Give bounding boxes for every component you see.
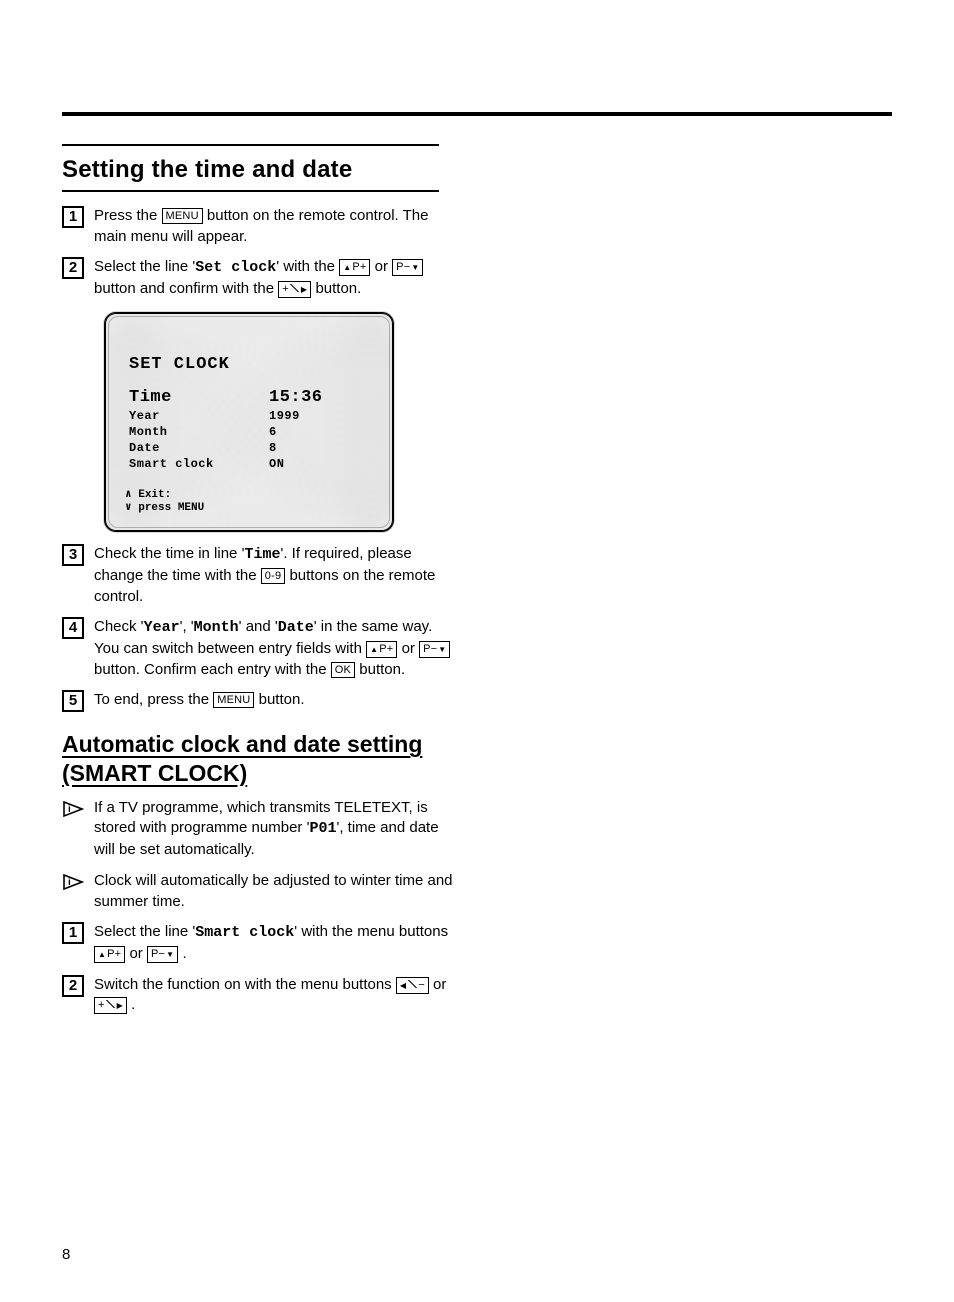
step-5: 5 To end, press the MENU button. xyxy=(62,690,454,712)
screen-footer: ∧ Exit: ∨ press MENU xyxy=(125,489,375,515)
screen-label: Month xyxy=(129,425,269,439)
step-body: Check the time in line 'Time'. If requir… xyxy=(94,544,454,607)
screen-label: Year xyxy=(129,409,269,423)
text: button. xyxy=(359,661,405,678)
step-number: 1 xyxy=(62,206,84,228)
step-number: 2 xyxy=(62,975,84,997)
text: Press the xyxy=(94,207,162,224)
step-2: 2 Select the line 'Set clock' with the P… xyxy=(62,257,454,299)
step-number: 2 xyxy=(62,257,84,279)
text: Clock will automatically be adjusted to … xyxy=(94,872,453,910)
mono-text: Year xyxy=(144,619,180,636)
section-rule xyxy=(62,144,439,146)
text: or xyxy=(129,945,147,962)
p-plus-button-icon: P+ xyxy=(94,946,125,963)
screen-table: Time 15:36 Year 1999 Month 6 Date 8 Smar… xyxy=(129,388,375,471)
screen-value: 8 xyxy=(269,441,359,455)
screen-label: Smart clock xyxy=(129,457,269,471)
text: Check the time in line ' xyxy=(94,545,244,562)
screen-value: 1999 xyxy=(269,409,359,423)
p-plus-button-icon: P+ xyxy=(339,259,370,276)
step-body: Switch the function on with the menu but… xyxy=(94,975,454,1016)
text: ' and ' xyxy=(239,618,278,635)
step-3: 3 Check the time in line 'Time'. If requ… xyxy=(62,544,454,607)
screen-illustration: SET CLOCK Time 15:36 Year 1999 Month 6 D… xyxy=(104,312,454,532)
text: ', ' xyxy=(180,618,194,635)
text: or xyxy=(433,976,446,993)
text: . xyxy=(182,945,186,962)
mono-text: Month xyxy=(194,619,239,636)
right-plus-button-icon: + xyxy=(278,281,311,298)
screen-value: 6 xyxy=(269,425,359,439)
p-plus-button-icon: P+ xyxy=(366,641,397,658)
text: To end, press the xyxy=(94,691,213,708)
text: button. Confirm each entry with the xyxy=(94,661,331,678)
menu-button-icon: MENU xyxy=(162,208,203,224)
step-body: Press the MENU button on the remote cont… xyxy=(94,206,454,247)
step-number: 3 xyxy=(62,544,84,566)
text: . xyxy=(131,996,135,1013)
step-number: 4 xyxy=(62,617,84,639)
text: or xyxy=(402,640,420,657)
screen-footer-line: ∧ Exit: xyxy=(125,489,375,502)
svg-text:i: i xyxy=(68,804,71,815)
digits-button-icon: 0-9 xyxy=(261,568,286,584)
info-icon: i xyxy=(62,799,84,819)
text: Select the line ' xyxy=(94,258,195,275)
right-plus-button-icon: + xyxy=(94,997,127,1014)
section-title-2: Automatic clock and date setting (SMART … xyxy=(62,730,454,788)
text: Switch the function on with the menu but… xyxy=(94,976,396,993)
info-2: i Clock will automatically be adjusted t… xyxy=(62,871,454,912)
info-1: i If a TV programme, which transmits TEL… xyxy=(62,798,454,861)
step-4: 4 Check 'Year', 'Month' and 'Date' in th… xyxy=(62,617,454,680)
mono-text: Set clock xyxy=(195,259,276,276)
step-number: 5 xyxy=(62,690,84,712)
screen-label: Date xyxy=(129,441,269,455)
text: button and confirm with the xyxy=(94,280,278,297)
step-body: Select the line 'Set clock' with the P+ … xyxy=(94,257,454,299)
step-1: 1 Press the MENU button on the remote co… xyxy=(62,206,454,247)
mono-text: Time xyxy=(244,546,280,563)
mono-text: P01 xyxy=(309,820,336,837)
mono-text: Date xyxy=(278,619,314,636)
text: button. xyxy=(259,691,305,708)
left-minus-button-icon: − xyxy=(396,977,429,994)
step-body: To end, press the MENU button. xyxy=(94,690,454,711)
info-icon: i xyxy=(62,872,84,892)
step-body: If a TV programme, which transmits TELET… xyxy=(94,798,454,861)
page-number: 8 xyxy=(62,1246,70,1263)
step-number: 1 xyxy=(62,922,84,944)
step-body: Check 'Year', 'Month' and 'Date' in the … xyxy=(94,617,454,680)
menu-button-icon: MENU xyxy=(213,692,254,708)
screen-title: SET CLOCK xyxy=(129,355,375,374)
p-minus-button-icon: P− xyxy=(419,641,450,658)
text: or xyxy=(375,258,393,275)
mono-text: Smart clock xyxy=(195,924,294,941)
step-body: Clock will automatically be adjusted to … xyxy=(94,871,454,912)
step-2-2: 2 Switch the function on with the menu b… xyxy=(62,975,454,1016)
step-body: Select the line 'Smart clock' with the m… xyxy=(94,922,454,964)
screen: SET CLOCK Time 15:36 Year 1999 Month 6 D… xyxy=(104,312,394,532)
text: Select the line ' xyxy=(94,923,195,940)
section-rule-under xyxy=(62,190,439,192)
text: ' with the menu buttons xyxy=(294,923,448,940)
p-minus-button-icon: P− xyxy=(392,259,423,276)
text: Check ' xyxy=(94,618,144,635)
p-minus-button-icon: P− xyxy=(147,946,178,963)
step-2-1: 1 Select the line 'Smart clock' with the… xyxy=(62,922,454,964)
screen-value: 15:36 xyxy=(269,388,359,407)
ok-button-icon: OK xyxy=(331,662,355,678)
text: button. xyxy=(315,280,361,297)
screen-label: Time xyxy=(129,388,269,407)
svg-text:i: i xyxy=(68,877,71,888)
screen-value: ON xyxy=(269,457,359,471)
section-title-1: Setting the time and date xyxy=(62,156,454,184)
top-rule xyxy=(62,112,892,116)
screen-footer-line: ∨ press MENU xyxy=(125,502,375,515)
text: ' with the xyxy=(276,258,339,275)
